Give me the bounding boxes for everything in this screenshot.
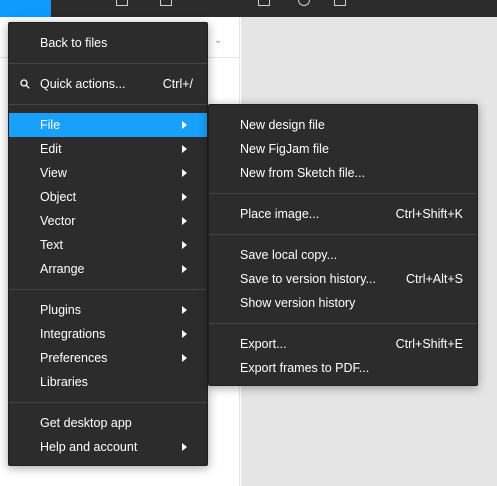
menu-item-export-frames-pdf[interactable]: Export frames to PDF... <box>209 356 477 380</box>
menu-item-label: Arrange <box>40 262 85 276</box>
menu-item-label: Integrations <box>40 327 106 341</box>
menu-separator <box>209 323 477 324</box>
menu-item-label: Preferences <box>40 351 108 365</box>
menu-item-label: Object <box>40 190 77 204</box>
chevron-down-icon[interactable]: ⌄ <box>214 35 222 46</box>
menu-item-help-and-account[interactable]: Help and account <box>9 435 207 459</box>
menu-item-preferences[interactable]: Preferences <box>9 346 207 370</box>
menu-item-save-to-version-history[interactable]: Save to version history... Ctrl+Alt+S <box>209 267 477 291</box>
menu-item-back-to-files[interactable]: Back to files <box>9 31 207 55</box>
menu-item-label: Edit <box>40 142 62 156</box>
menu-item-label: Export frames to PDF... <box>240 361 370 375</box>
menu-item-label: Plugins <box>40 303 81 317</box>
menu-item-show-version-history[interactable]: Show version history <box>209 291 477 315</box>
chevron-right-icon <box>182 306 187 314</box>
menu-item-new-design-file[interactable]: New design file <box>209 113 477 137</box>
chevron-right-icon <box>182 354 187 362</box>
menu-item-label: Back to files <box>40 36 108 50</box>
toolbar-tool-icon[interactable] <box>334 0 346 6</box>
menu-item-label: Libraries <box>40 375 88 389</box>
menu-item-plugins[interactable]: Plugins <box>9 298 207 322</box>
menu-item-place-image[interactable]: Place image... Ctrl+Shift+K <box>209 202 477 226</box>
menu-item-new-figjam-file[interactable]: New FigJam file <box>209 137 477 161</box>
chevron-right-icon <box>182 169 187 177</box>
menu-item-arrange[interactable]: Arrange <box>9 257 207 281</box>
chevron-right-icon <box>182 443 187 451</box>
toolbar-tool-icon[interactable] <box>116 0 128 6</box>
menu-separator <box>9 63 207 64</box>
chevron-right-icon <box>182 330 187 338</box>
menu-item-libraries[interactable]: Libraries <box>9 370 207 394</box>
menu-item-edit[interactable]: Edit <box>9 137 207 161</box>
menu-item-label: Save to version history... <box>240 272 376 286</box>
chevron-right-icon <box>182 145 187 153</box>
toolbar-tool-icon[interactable] <box>160 0 172 6</box>
shortcut-text: Ctrl+Shift+E <box>395 337 463 351</box>
menu-item-get-desktop-app[interactable]: Get desktop app <box>9 411 207 435</box>
menu-item-label: Text <box>40 238 63 252</box>
menu-item-label: Quick actions... <box>40 77 126 91</box>
menu-separator <box>209 193 477 194</box>
menu-item-object[interactable]: Object <box>9 185 207 209</box>
menu-item-label: Help and account <box>40 440 138 454</box>
toolbar-tool-icon[interactable] <box>298 0 310 6</box>
chevron-right-icon <box>182 121 187 129</box>
menu-separator <box>209 234 477 235</box>
shortcut-text: Ctrl+Shift+K <box>395 207 463 221</box>
menu-item-label: New FigJam file <box>240 142 329 156</box>
menu-item-view[interactable]: View <box>9 161 207 185</box>
toolbar-tool-icon[interactable] <box>258 0 270 6</box>
menu-item-label: New from Sketch file... <box>240 166 366 180</box>
menu-item-text[interactable]: Text <box>9 233 207 257</box>
main-menu-button[interactable] <box>0 0 51 17</box>
menu-item-label: Show version history <box>240 296 356 310</box>
menu-item-label: New design file <box>240 118 325 132</box>
menu-item-integrations[interactable]: Integrations <box>9 322 207 346</box>
main-menu: Back to files Quick actions... Ctrl+/ Fi… <box>8 22 208 466</box>
menu-item-label: Export... <box>240 337 287 351</box>
menu-item-save-local-copy[interactable]: Save local copy... <box>209 243 477 267</box>
search-icon <box>20 79 30 89</box>
top-toolbar <box>0 0 497 17</box>
menu-item-export[interactable]: Export... Ctrl+Shift+E <box>209 332 477 356</box>
menu-separator <box>9 402 207 403</box>
menu-separator <box>9 289 207 290</box>
chevron-right-icon <box>182 217 187 225</box>
chevron-right-icon <box>182 193 187 201</box>
menu-item-quick-actions[interactable]: Quick actions... Ctrl+/ <box>9 72 207 96</box>
menu-item-new-from-sketch[interactable]: New from Sketch file... <box>209 161 477 185</box>
chevron-right-icon <box>182 265 187 273</box>
menu-item-label: Get desktop app <box>40 416 132 430</box>
menu-item-label: View <box>40 166 67 180</box>
menu-item-label: File <box>40 118 61 132</box>
shortcut-text: Ctrl+/ <box>162 77 193 91</box>
menu-item-file[interactable]: File <box>9 113 207 137</box>
menu-item-label: Place image... <box>240 207 320 221</box>
shortcut-text: Ctrl+Alt+S <box>406 272 463 286</box>
menu-item-label: Save local copy... <box>240 248 338 262</box>
chevron-right-icon <box>182 241 187 249</box>
file-submenu: New design file New FigJam file New from… <box>208 104 478 386</box>
menu-item-vector[interactable]: Vector <box>9 209 207 233</box>
menu-separator <box>9 104 207 105</box>
menu-item-label: Vector <box>40 214 76 228</box>
